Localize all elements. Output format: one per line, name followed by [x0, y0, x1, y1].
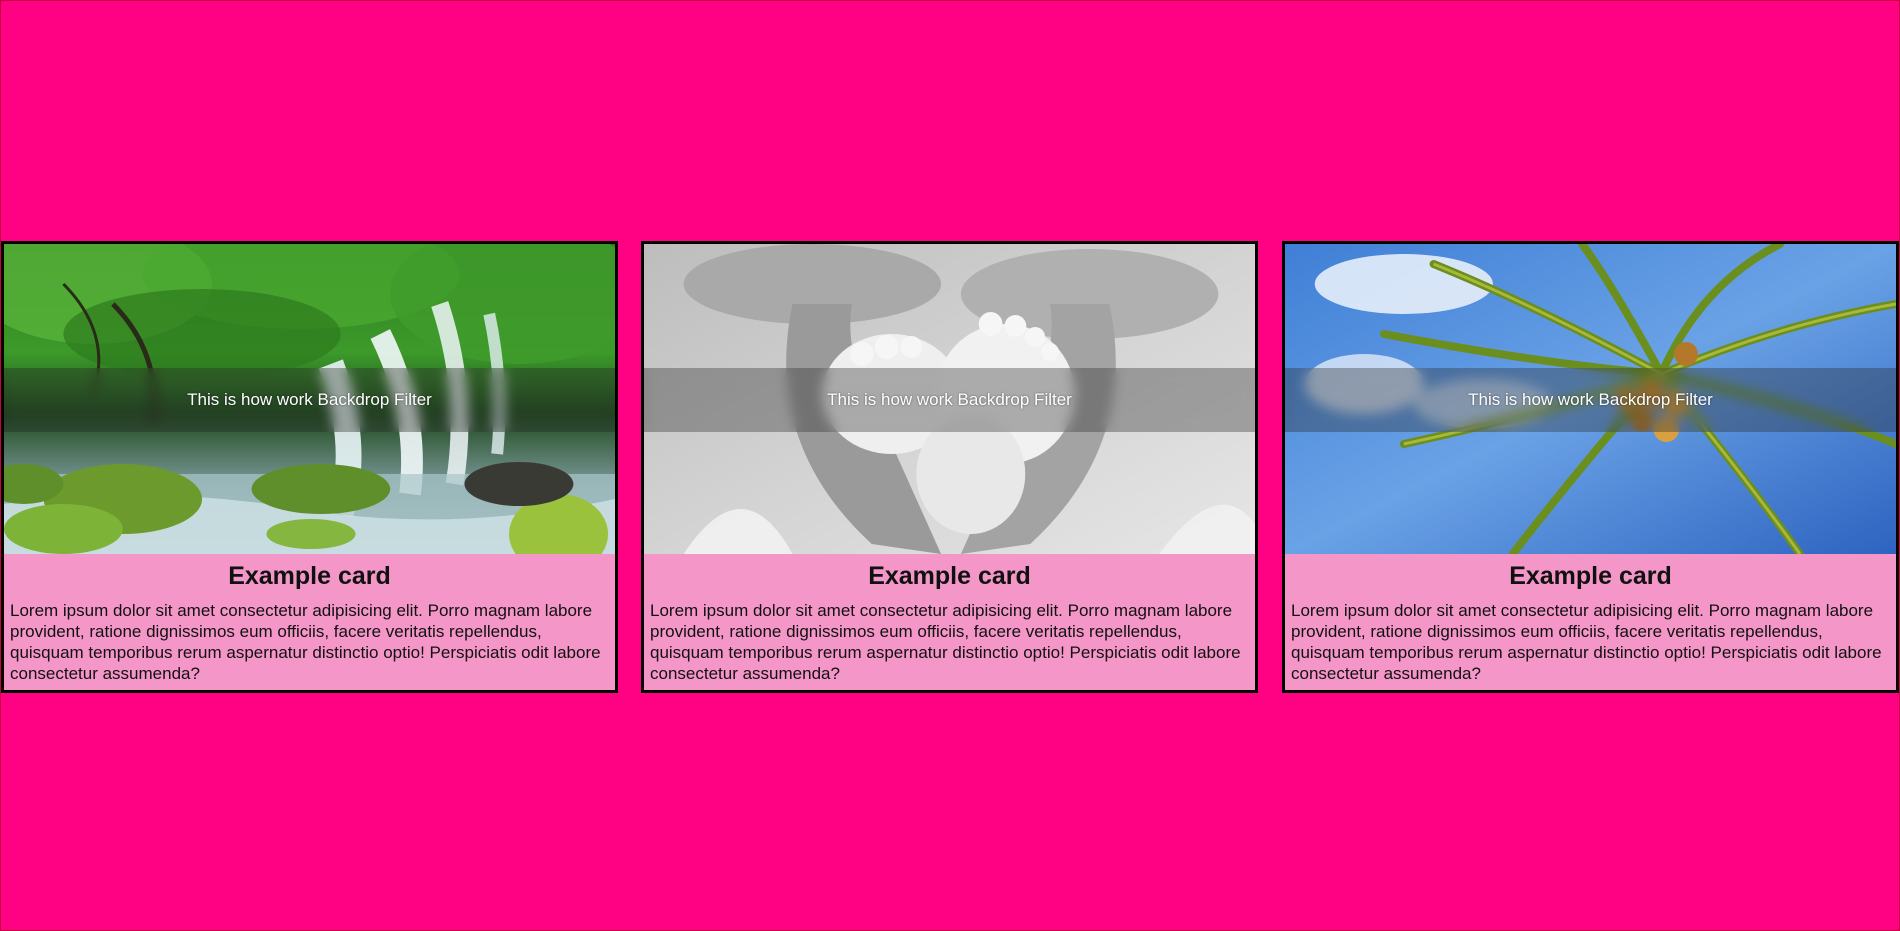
- card-title: Example card: [868, 562, 1031, 590]
- backdrop-filter-overlay: This is how work Backdrop Filter: [4, 368, 615, 432]
- overlay-text: This is how work Backdrop Filter: [827, 390, 1072, 409]
- card-body-text: Lorem ipsum dolor sit amet consectetur a…: [650, 601, 1241, 683]
- backdrop-filter-overlay: This is how work Backdrop Filter: [644, 368, 1255, 432]
- card-title: Example card: [228, 562, 391, 590]
- card-waterfall: This is how work Backdrop Filter Example…: [1, 241, 618, 693]
- card-baby-feet: This is how work Backdrop Filter Example…: [641, 241, 1258, 693]
- card-body-text: Lorem ipsum dolor sit amet consectetur a…: [10, 601, 601, 683]
- baby-feet-heart-hands-photo: This is how work Backdrop Filter: [644, 244, 1255, 554]
- card-body-text: Lorem ipsum dolor sit amet consectetur a…: [1291, 601, 1882, 683]
- card-palm-tree: This is how work Backdrop Filter Example…: [1282, 241, 1899, 693]
- waterfall-forest-photo: This is how work Backdrop Filter: [4, 244, 615, 554]
- overlay-text: This is how work Backdrop Filter: [1468, 390, 1713, 409]
- palm-tree-sky-photo: This is how work Backdrop Filter: [1285, 244, 1896, 554]
- backdrop-filter-overlay: This is how work Backdrop Filter: [1285, 368, 1896, 432]
- card-row: This is how work Backdrop Filter Example…: [1, 241, 1900, 694]
- card-title: Example card: [1509, 562, 1672, 590]
- overlay-text: This is how work Backdrop Filter: [187, 390, 432, 409]
